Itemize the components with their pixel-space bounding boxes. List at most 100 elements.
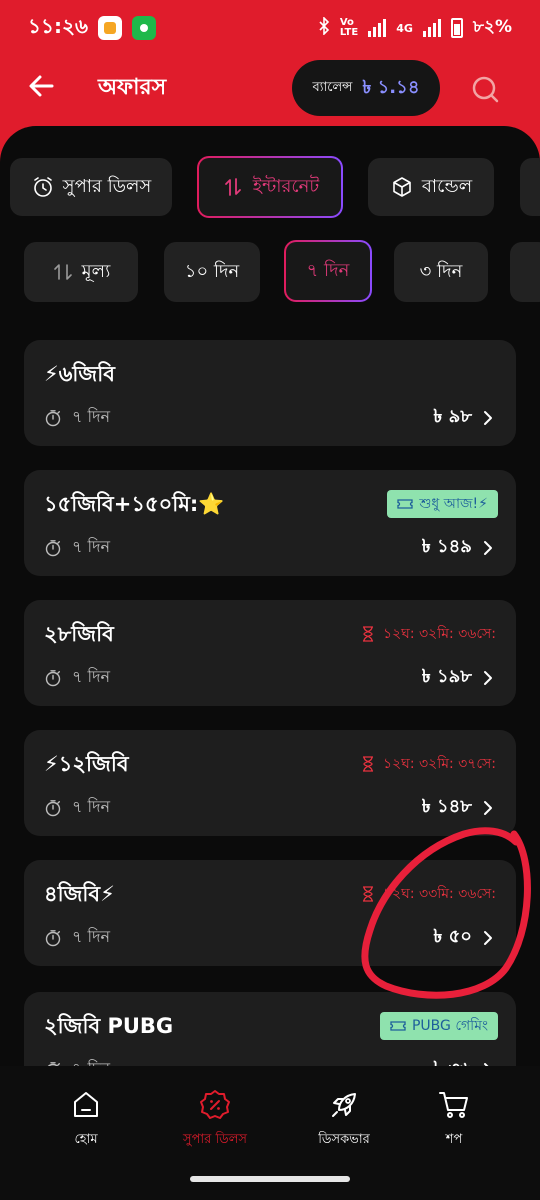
stopwatch-icon [45,409,61,426]
nav-shop[interactable]: শপ [394,1088,514,1151]
ticket-icon [397,499,413,509]
chip-label: ১০ দিন [184,260,240,282]
offer-timer: ১২ঘ: ৩৩মি: ৩৬সে: [361,882,496,906]
notification-app-icon-2 [131,16,156,40]
chevron-right-icon [484,410,492,425]
bluetooth-icon [318,15,330,40]
balance-amount: ৳ ১.১৪ [362,76,420,98]
chip-3-days[interactable]: ৩ দিন [394,242,488,302]
chevron-right-icon [484,670,492,685]
chip-label: ৭ দিন [306,259,350,281]
nav-label: শপ [445,1132,463,1147]
hourglass-icon [362,886,373,902]
hourglass-icon [362,756,373,772]
offer-timer-text: ১২ঘ: ৩৩মি: ৩৬সে: [382,886,496,902]
balance-label: ব্যালেন্স [312,79,353,95]
chip-super-deals[interactable]: সুপার ডিলস [10,158,172,216]
offer-duration-text: ৭ দিন [72,537,111,556]
status-bar: ১১:২৬ Vo LTE 4G ৮২% [0,0,540,46]
battery-percent: ৮২% [472,17,512,37]
offer-tag: শুধু আজ!⚡ [387,490,498,518]
network-type: 4G [396,21,413,35]
hourglass-icon [362,626,373,642]
offer-duration: ৭ দিন [44,794,110,821]
offer-title: ⚡১২জিবি [44,752,129,776]
offer-duration-text: ৭ দিন [72,797,111,816]
chip-label: মূল্য [81,260,111,282]
offer-title: ১৫জিবি+১৫০মি:⭐ [44,492,225,516]
stopwatch-icon [45,799,61,816]
offer-card[interactable]: ১৫জিবি+১৫০মি:⭐ শুধু আজ!⚡ ৭ দিন ৳ ১৪৯ [24,470,516,576]
chip-label: ইন্টারনেট [252,175,320,197]
offer-tag: PUBG গেমিং [379,1012,498,1040]
back-arrow-icon [29,75,54,97]
chip-label: সুপার ডিলস [62,175,152,197]
battery-icon [450,18,463,38]
chip-price-sort[interactable]: মূল্য [24,242,138,302]
chevron-right-icon [484,540,492,555]
offer-price[interactable]: ৳ ১৪৮ [422,792,494,823]
signal-icon [368,19,387,37]
offer-card[interactable]: ২৮জিবি ১২ঘ: ৩২মি: ৩৬সে: ৭ দিন ৳ ১৯৮ [24,600,516,706]
alarm-clock-icon [33,177,52,197]
stopwatch-icon [45,669,61,686]
offer-card[interactable]: ⚡১২জিবি ১২ঘ: ৩২মি: ৩৭সে: ৭ দিন ৳ ১৪৮ [24,730,516,836]
top-bar: অফারস ব্যালেন্স ৳ ১.১৪ [0,56,540,120]
nav-home[interactable]: হোম [26,1088,146,1151]
offer-price-text: ৳ ৯৮ [433,406,472,427]
ticket-icon [390,1021,406,1031]
box-icon [393,177,411,197]
offer-timer: ১২ঘ: ৩২মি: ৩৬সে: [361,622,496,646]
nav-label: হোম [74,1132,98,1147]
offer-price[interactable]: ৳ ১৪৯ [422,532,494,563]
offers-content: সুপার ডিলস ইন্টারনেট বান্ডেল মূল্য ১০ দি… [0,126,540,1200]
back-button[interactable] [22,66,62,106]
offer-duration-text: ৭ দিন [72,927,111,946]
discount-badge-icon [200,1090,230,1119]
chip-label: ৩ দিন [419,260,463,282]
home-icon [74,1092,98,1117]
offer-timer-text: ১২ঘ: ৩২মি: ৩৭সে: [382,756,496,772]
chip-more[interactable] [520,158,540,216]
rocket-icon [332,1093,356,1117]
offer-tag-text: শুধু আজ!⚡ [419,496,488,512]
offer-price-text: ৳ ১৪৮ [421,796,472,817]
offer-title: ⚡৬জিবি [44,362,115,386]
data-arrows-icon [224,178,241,196]
nav-label: সুপার ডিলস [182,1132,248,1147]
chevron-right-icon [484,930,492,945]
chip-internet[interactable]: ইন্টারনেট [197,156,343,218]
offer-card[interactable]: ⚡৬জিবি ৭ দিন ৳ ৯৮ [24,340,516,446]
offer-price[interactable]: ৳ ১৯৮ [422,662,494,693]
page-title: অফারস [98,75,167,100]
search-icon [472,76,499,103]
search-button[interactable] [466,70,506,110]
offer-duration: ৭ দিন [44,664,110,691]
chip-7-days[interactable]: ৭ দিন [284,240,372,302]
volte-icon: Vo LTE [339,17,359,38]
cart-icon [439,1092,468,1118]
chip-10-days[interactable]: ১০ দিন [164,242,260,302]
offer-timer-text: ১২ঘ: ৩২মি: ৩৬সে: [382,626,496,642]
offer-card[interactable]: ৪জিবি⚡ ১২ঘ: ৩৩মি: ৩৬সে: ৭ দিন ৳ ৫০ [24,860,516,966]
offer-title: ২৮জিবি [44,622,114,646]
home-indicator[interactable] [190,1176,350,1182]
offer-duration: ৭ দিন [44,924,110,951]
status-indicators: Vo LTE 4G ৮২% [318,14,512,42]
nav-label: ডিসকভার [318,1132,370,1147]
balance-pill[interactable]: ব্যালেন্স ৳ ১.১৪ [292,60,440,116]
offer-price-text: ৳ ১৯৮ [421,666,472,687]
offer-price[interactable]: ৳ ৯৮ [433,402,494,433]
nav-super-deals[interactable]: সুপার ডিলস [155,1088,275,1151]
chip-label: বান্ডেল [421,175,473,197]
offer-duration-text: ৭ দিন [72,667,111,686]
stopwatch-icon [45,929,61,946]
chip-more-days[interactable] [510,242,540,302]
stopwatch-icon [45,539,61,556]
nav-discover[interactable]: ডিসকভার [284,1088,404,1151]
offer-price-text: ৳ ১৪৯ [421,536,472,557]
offer-title: ৪জিবি⚡ [44,882,115,906]
offer-price[interactable]: ৳ ৫০ [433,922,494,953]
offer-duration: ৭ দিন [44,404,110,431]
chip-bundle[interactable]: বান্ডেল [368,158,494,216]
